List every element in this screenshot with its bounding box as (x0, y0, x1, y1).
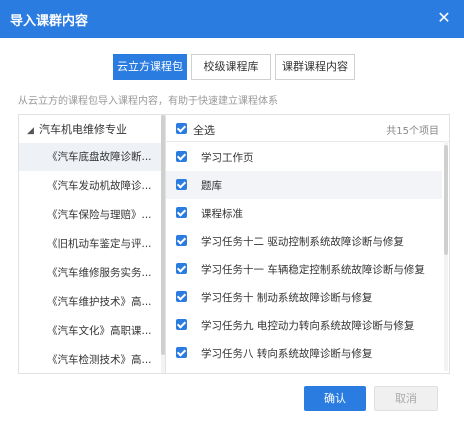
tree-root[interactable]: ◢ 汽车机电维修专业 (27, 121, 127, 137)
item-label: 题库 (201, 180, 222, 192)
item-label: 学习任务十 制动系统故障诊断与修复 (201, 292, 373, 304)
item-checkbox[interactable] (176, 151, 187, 162)
item-checkbox[interactable] (176, 207, 187, 218)
select-all-checkbox[interactable] (176, 123, 187, 134)
item-label: 学习任务九 电控动力转向系统故障诊断与修复 (201, 320, 415, 332)
list-item[interactable]: 学习工作页 (166, 143, 442, 171)
content-list: 全选 共15个项目 学习工作页 题库 课程标准 学习任务十二 驱动控制系统故障诊… (166, 115, 449, 373)
item-count: 共15个项目 (386, 126, 439, 137)
select-all-label[interactable]: 全选 (193, 122, 215, 138)
item-checkbox[interactable] (176, 179, 187, 190)
course-item[interactable]: 《汽车底盘故障诊断... (19, 143, 161, 171)
content-list-header: 全选 共15个项目 (166, 115, 449, 142)
tree-root-label: 汽车机电维修专业 (39, 123, 127, 136)
tab-school-library[interactable]: 校级课程库 (191, 54, 271, 80)
item-label: 学习任务八 转向系统故障诊断与修复 (201, 348, 373, 360)
item-label: 学习任务十一 车辆稳定控制系统故障诊断与修复 (201, 264, 425, 276)
list-item[interactable]: 学习任务九 电控动力转向系统故障诊断与修复 (166, 311, 442, 339)
tab-yunlifang-package[interactable]: 云立方课程包 (113, 54, 187, 80)
course-item[interactable]: 《汽车检测技术》高... (19, 346, 161, 374)
hint-text: 从云立方的课程包导入课程内容，有助于快速建立课程体系 (18, 96, 278, 107)
course-item[interactable]: 《汽车保险与理赔》... (19, 201, 161, 229)
course-item[interactable]: 《旧机动车鉴定与评... (19, 230, 161, 258)
confirm-button[interactable]: 确认 (304, 386, 366, 411)
course-item[interactable]: 《汽车维护技术》高... (19, 288, 161, 316)
course-tree: ◢ 汽车机电维修专业 《汽车底盘故障诊断... 《汽车发动机故障诊... 《汽车保… (19, 115, 165, 373)
course-item[interactable]: 《汽车发动机故障诊... (19, 172, 161, 200)
list-item[interactable]: 题库 (166, 171, 442, 199)
list-item[interactable]: 学习任务十一 车辆稳定控制系统故障诊断与修复 (166, 255, 442, 283)
item-checkbox[interactable] (176, 235, 187, 246)
item-label: 学习工作页 (201, 152, 254, 164)
item-checkbox[interactable] (176, 319, 187, 330)
list-item[interactable]: 学习任务十 制动系统故障诊断与修复 (166, 283, 442, 311)
course-item[interactable]: 《汽车维修服务实务... (19, 259, 161, 287)
item-checkbox[interactable] (176, 263, 187, 274)
item-label: 课程标准 (201, 208, 243, 220)
tab-course-group-content[interactable]: 课群课程内容 (275, 54, 355, 80)
source-tabs: 云立方课程包 校级课程库 课群课程内容 (113, 54, 359, 80)
content-scrollbar-thumb[interactable] (444, 145, 448, 255)
item-label: 学习任务十二 驱动控制系统故障诊断与修复 (201, 236, 404, 248)
list-item[interactable]: 学习任务十二 驱动控制系统故障诊断与修复 (166, 227, 442, 255)
list-item[interactable]: 课程标准 (166, 199, 442, 227)
close-icon[interactable]: ✕ (434, 8, 454, 28)
import-panel: ◢ 汽车机电维修专业 《汽车底盘故障诊断... 《汽车发动机故障诊... 《汽车保… (18, 114, 450, 374)
item-checkbox[interactable] (176, 347, 187, 358)
item-checkbox[interactable] (176, 291, 187, 302)
course-item[interactable]: 《汽车文化》高职课... (19, 317, 161, 345)
dialog-title: 导入课群内容 (10, 14, 89, 29)
collapse-caret-icon[interactable]: ◢ (27, 126, 37, 136)
content-scrollbar[interactable] (444, 141, 448, 371)
dialog-titlebar: 导入课群内容 ✕ (0, 0, 464, 38)
cancel-button[interactable]: 取消 (374, 386, 438, 411)
list-item[interactable]: 学习任务八 转向系统故障诊断与修复 (166, 339, 442, 367)
